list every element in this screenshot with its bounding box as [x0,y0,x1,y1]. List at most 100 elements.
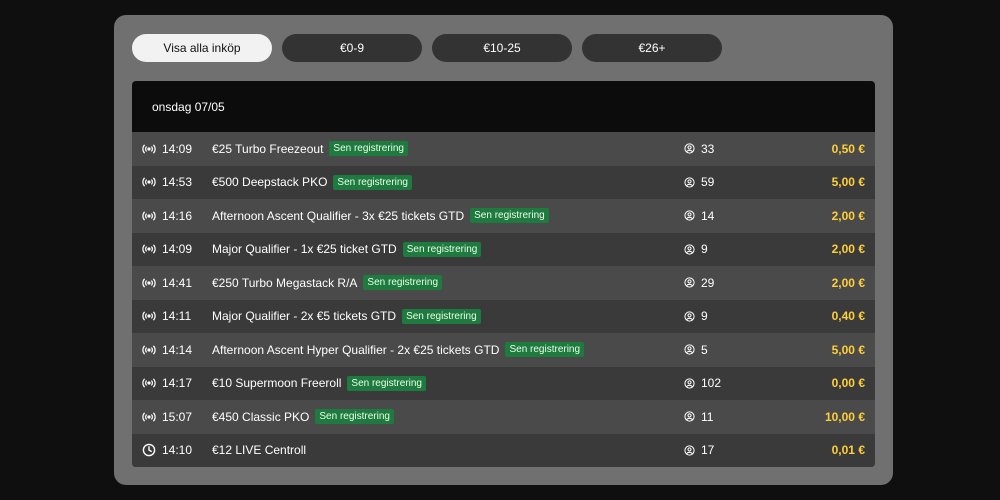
user-icon [684,210,695,221]
user-icon [684,177,695,188]
player-count: 5 [684,343,708,357]
live-signal-icon [141,241,157,257]
live-signal-icon [141,141,157,157]
row-name-group: €25 Turbo Freezeout Sen registrering [212,141,408,157]
player-count: 59 [684,175,714,189]
tournament-list: onsdag 07/05 14:09 €25 Turbo Freezeout Sen… [132,81,875,467]
row-time: 14:53 [162,175,193,190]
row-name-group: Afternoon Ascent Hyper Qualifier - 2x €2… [212,342,585,358]
live-signal-icon [141,174,157,190]
late-registration-badge: Sen registrering [347,375,426,391]
tournament-row[interactable]: 14:53 €500 Deepstack PKO Sen registrering 5… [132,165,875,199]
row-name-group: Major Qualifier - 2x €5 tickets GTD Sen r… [212,308,481,324]
buy-in-price: 5,00 € [831,342,865,357]
user-icon [684,244,695,255]
player-count-value: 9 [701,309,708,324]
row-time: 14:10 [162,443,193,458]
player-count: 11 [684,410,713,424]
late-registration-badge: Sen registrering [333,174,412,190]
date-header-label: onsdag 07/05 [152,99,225,114]
tournament-name: €25 Turbo Freezeout [212,141,324,156]
row-time: 14:16 [162,208,193,223]
row-time: 14:09 [162,141,193,156]
player-count-value: 29 [701,275,715,290]
tournament-name: €500 Deepstack PKO [212,175,328,190]
tournament-name: Major Qualifier - 2x €5 tickets GTD [212,309,397,324]
row-name-group: €10 Supermoon Freeroll Sen registrering [212,375,426,391]
user-icon [684,143,695,154]
user-icon [684,411,695,422]
tournament-name: Major Qualifier - 1x €25 ticket GTD [212,242,397,257]
buy-in-price: 2,00 € [831,275,865,290]
player-count-value: 5 [701,342,708,357]
filter-all-button[interactable]: Visa alla inköp [132,34,272,62]
tournament-name: €250 Turbo Megastack R/A [212,275,358,290]
live-signal-icon [141,409,157,425]
late-registration-badge: Sen registrering [363,275,443,291]
buy-in-price: 5,00 € [831,175,865,190]
user-icon [684,445,695,456]
row-time: 15:07 [162,409,193,424]
user-icon [684,378,695,389]
player-count-value: 17 [701,443,715,458]
tournament-name: €12 LIVE Centroll [212,443,307,458]
row-name-group: Major Qualifier - 1x €25 ticket GTD Sen r… [212,241,482,257]
filter-0-9-button[interactable]: €0-9 [282,34,422,62]
player-count-value: 9 [701,242,708,257]
player-count-value: 102 [701,376,722,391]
player-count-value: 33 [701,141,715,156]
player-count: 102 [684,376,721,390]
tournament-name: Afternoon Ascent Hyper Qualifier - 2x €2… [212,342,500,357]
tournament-panel: Visa alla inköp €0-9 €10-25 €26+ onsdag … [114,15,893,485]
player-count: 33 [684,142,714,156]
live-signal-icon [141,275,157,291]
row-time: 14:09 [162,242,193,257]
buy-in-price: 0,00 € [831,376,865,391]
user-icon [684,344,695,355]
buy-in-price: 2,00 € [831,208,865,223]
player-count: 9 [684,309,708,323]
filter-26-plus-button[interactable]: €26+ [582,34,722,62]
live-signal-icon [141,375,157,391]
row-time: 14:17 [162,376,193,391]
tournament-row[interactable]: 14:10 €12 LIVE Centroll 17 0,01 € [132,433,875,467]
tournament-name: €10 Supermoon Freeroll [212,376,342,391]
late-registration-badge: Sen registrering [402,308,481,324]
live-signal-icon [141,208,157,224]
filter-10-25-button[interactable]: €10-25 [432,34,572,62]
date-header: onsdag 07/05 [132,81,875,132]
tournament-name: €450 Classic PKO [212,409,310,424]
clock-icon [141,442,157,458]
tournament-row[interactable]: 14:41 €250 Turbo Megastack R/A Sen registr… [132,266,875,300]
late-registration-badge: Sen registrering [315,409,394,425]
tournament-rows: 14:09 €25 Turbo Freezeout Sen registrering… [132,132,875,467]
row-name-group: €500 Deepstack PKO Sen registrering [212,174,412,190]
player-count-value: 59 [701,175,715,190]
tournament-row[interactable]: 14:16 Afternoon Ascent Qualifier - 3x €25… [132,199,875,233]
late-registration-badge: Sen registrering [402,241,482,257]
tournament-name: Afternoon Ascent Qualifier - 3x €25 tick… [212,208,465,223]
player-count-value: 14 [701,208,715,223]
buy-in-price: 2,00 € [831,242,865,257]
live-signal-icon [141,342,157,358]
price-filter-bar: Visa alla inköp €0-9 €10-25 €26+ [132,34,722,62]
late-registration-badge: Sen registrering [470,208,549,224]
tournament-row[interactable]: 14:09 €25 Turbo Freezeout Sen registrering… [132,132,875,166]
tournament-row[interactable]: 14:11 Major Qualifier - 2x €5 tickets GTD… [132,299,875,333]
tournament-row[interactable]: 15:07 €450 Classic PKO Sen registrering 11 1… [132,400,875,434]
row-name-group: Afternoon Ascent Qualifier - 3x €25 tick… [212,208,549,224]
player-count: 17 [684,443,714,457]
buy-in-price: 0,50 € [831,141,865,156]
row-name-group: €12 LIVE Centroll [212,443,306,457]
tournament-row[interactable]: 14:14 Afternoon Ascent Hyper Qualifier - … [132,333,875,367]
player-count: 9 [684,242,708,256]
tournament-row[interactable]: 14:09 Major Qualifier - 1x €25 ticket GTD… [132,232,875,266]
row-time: 14:11 [162,309,192,324]
tournament-row[interactable]: 14:17 €10 Supermoon Freeroll Sen registrer… [132,366,875,400]
user-icon [684,277,695,288]
player-count: 29 [684,276,714,290]
buy-in-price: 10,00 € [824,409,865,424]
row-name-group: €450 Classic PKO Sen registrering [212,409,394,425]
row-time: 14:14 [162,342,193,357]
late-registration-badge: Sen registrering [329,141,408,157]
